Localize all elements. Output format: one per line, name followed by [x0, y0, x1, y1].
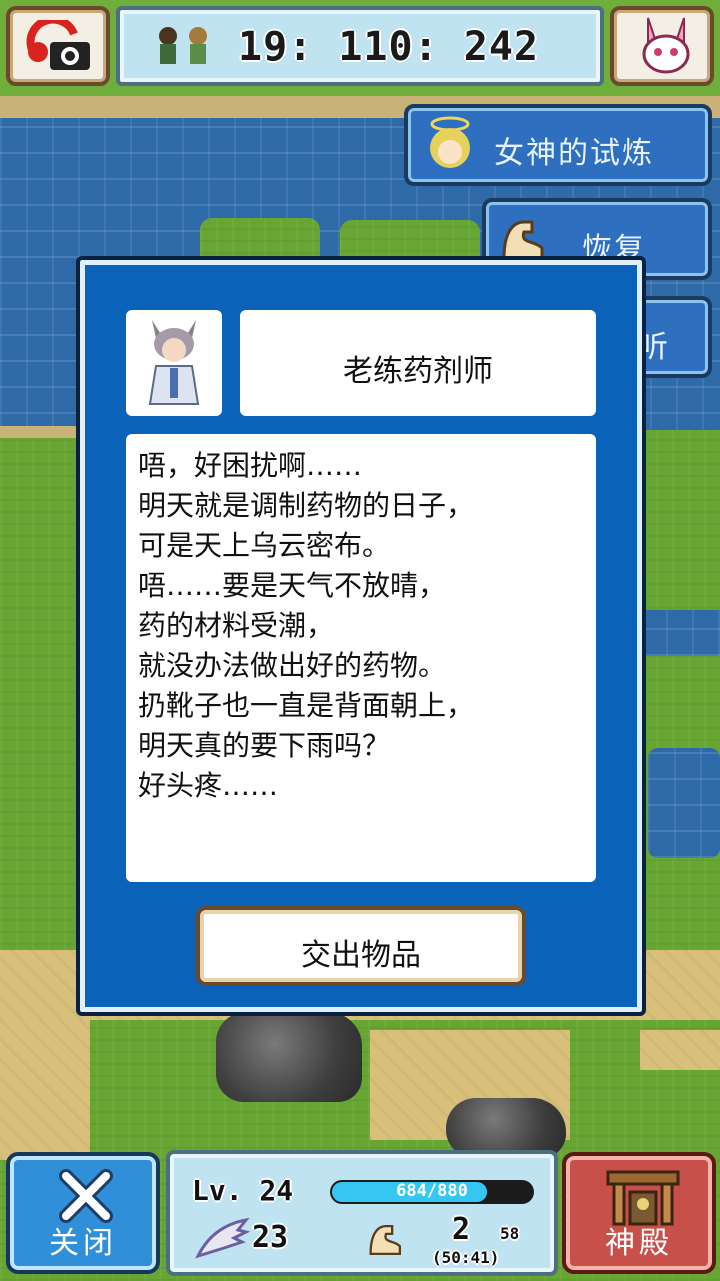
strength-value: 2	[452, 1212, 471, 1247]
npc-name-box: 老练药剂师	[240, 310, 596, 416]
hp-bar: 684/880	[330, 1180, 534, 1204]
shrine-label: 神殿	[605, 1226, 673, 1261]
party-icon	[159, 27, 207, 64]
stream	[640, 610, 720, 656]
goddess-trial-label: 女神的试炼	[494, 136, 654, 171]
sand-path	[640, 1030, 720, 1070]
dialog-line: 唔，好困扰啊……	[138, 449, 363, 482]
hand-over-item-label: 交出物品	[301, 938, 421, 973]
dialog-line: 药的材料受潮，	[138, 609, 335, 642]
hp-text: 684/880	[396, 1181, 468, 1201]
player-status-panel: Lv. 24 684/880 23 2 58 (50:41)	[166, 1150, 558, 1276]
close-label: 关闭	[49, 1226, 117, 1261]
dialog-text-box: 唔，好困扰啊…… 明天就是调制药物的日子， 可是天上乌云密布。 唔……要是天气不…	[126, 434, 596, 882]
boulder	[216, 1012, 362, 1102]
camera-button[interactable]	[6, 6, 110, 86]
level-text: Lv. 24	[192, 1174, 294, 1207]
attack-value: 23	[252, 1220, 289, 1255]
goddess-trial-button[interactable]: 女神的试炼	[404, 104, 712, 186]
claw-attack-icon	[195, 1217, 250, 1259]
shrine-button[interactable]: 神殿	[562, 1152, 716, 1274]
goddess-portrait-icon	[430, 116, 470, 168]
dialog-line: 好头疼……	[138, 769, 279, 802]
camera-icon	[26, 20, 90, 70]
hand-over-item-button[interactable]: 交出物品	[196, 906, 526, 986]
pond	[648, 748, 720, 858]
muscle-arm-icon	[369, 1225, 401, 1255]
dialog-line: 扔靴子也一直是背面朝上，	[138, 689, 475, 722]
dialog-line: 唔……要是天气不放晴，	[138, 569, 447, 602]
npc-portrait-icon	[148, 320, 200, 405]
strength-max: 58	[500, 1224, 520, 1243]
dialog-line: 就没办法做出好的药物。	[138, 649, 447, 682]
sand-path	[0, 1020, 90, 1160]
boulder	[446, 1098, 566, 1158]
close-button[interactable]: 关闭	[6, 1152, 160, 1274]
dialog-line: 明天就是调制药物的日子，	[138, 489, 475, 522]
npc-portrait-frame	[126, 310, 222, 416]
npc-dialog: 老练药剂师 唔，好困扰啊…… 明天就是调制药物的日子， 可是天上乌云密布。 唔……	[76, 256, 646, 1016]
time-counter: 19: 110: 242	[238, 24, 539, 70]
close-icon	[59, 1169, 113, 1223]
strength-sub: (50:41)	[432, 1248, 500, 1267]
dialog-line: 明天真的要下雨吗？	[138, 729, 391, 762]
bunny-button[interactable]	[610, 6, 714, 86]
bunny-mask-icon	[642, 17, 690, 74]
dialog-line: 可是天上乌云密布。	[138, 529, 391, 562]
status-bar: 19: 110: 242	[116, 6, 604, 86]
npc-name: 老练药剂师	[343, 354, 493, 389]
dialog-text: 唔，好困扰啊…… 明天就是调制药物的日子， 可是天上乌云密布。 唔……要是天气不…	[138, 446, 474, 806]
